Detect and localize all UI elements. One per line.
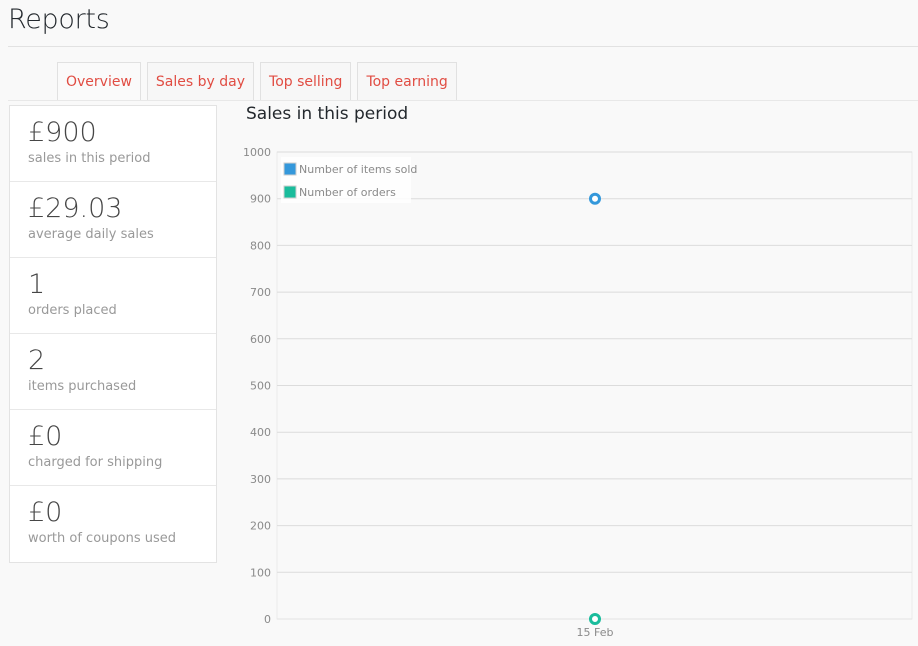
x-tick-label: 15 Feb [577,626,614,639]
y-tick-label: 600 [250,333,271,346]
y-tick-label: 700 [250,286,271,299]
y-tick-label: 300 [250,473,271,486]
y-tick-label: 200 [250,520,271,533]
legend-swatch [283,185,297,199]
legend-label: Number of items sold [299,163,417,176]
y-tick-label: 1000 [243,146,271,159]
sales-chart: 0 100 200 300 400 500 600 700 800 900 1000 15 Feb Nu… [243,146,913,639]
legend-label: Number of orders [299,186,396,199]
legend-swatch [283,162,297,176]
y-tick-label: 400 [250,426,271,439]
y-tick-label: 800 [250,239,271,252]
data-point [589,613,601,625]
y-tick-label: 100 [250,566,271,579]
y-tick-label: 900 [250,193,271,206]
y-tick-label: 500 [250,380,271,393]
data-point [589,192,601,205]
y-tick-label: 0 [264,613,271,626]
